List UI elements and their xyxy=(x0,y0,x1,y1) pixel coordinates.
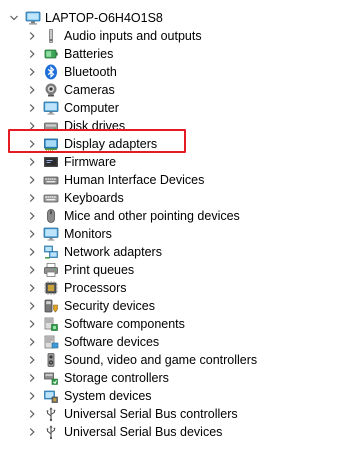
tree-item-label: Cameras xyxy=(64,83,115,97)
tree-item-label: Universal Serial Bus devices xyxy=(64,425,223,439)
device-tree: LAPTOP-O6H4O1S8 Audio inputs and outputs… xyxy=(0,0,338,470)
processor-icon xyxy=(42,279,60,297)
system-device-icon xyxy=(42,387,60,405)
chevron-right-icon[interactable] xyxy=(26,171,38,189)
tree-item-firmware[interactable]: Firmware xyxy=(0,153,338,171)
tree-item-label: Software devices xyxy=(64,335,160,349)
chevron-right-icon[interactable] xyxy=(26,369,38,387)
chevron-right-icon[interactable] xyxy=(26,225,38,243)
tree-item-computer[interactable]: Computer xyxy=(0,99,338,117)
keyboard-icon xyxy=(42,189,60,207)
tree-item-software-components[interactable]: Software components xyxy=(0,315,338,333)
tree-item-bluetooth[interactable]: Bluetooth xyxy=(0,63,338,81)
tree-item-label: Processors xyxy=(64,281,127,295)
tree-item-keyboards[interactable]: Keyboards xyxy=(0,189,338,207)
tree-item-system-devices[interactable]: System devices xyxy=(0,387,338,405)
chevron-right-icon[interactable] xyxy=(26,261,38,279)
tree-item-label: Bluetooth xyxy=(64,65,117,79)
monitor-icon xyxy=(42,225,60,243)
tree-item-universal-serial-bus-controllers[interactable]: Universal Serial Bus controllers xyxy=(0,405,338,423)
chevron-right-icon[interactable] xyxy=(26,405,38,423)
tree-item-human-interface-devices[interactable]: Human Interface Devices xyxy=(0,171,338,189)
chevron-right-icon[interactable] xyxy=(26,315,38,333)
software-device-icon xyxy=(42,333,60,351)
chevron-right-icon[interactable] xyxy=(26,45,38,63)
bluetooth-icon xyxy=(42,63,60,81)
security-device-icon xyxy=(42,297,60,315)
chevron-right-icon[interactable] xyxy=(26,387,38,405)
network-adapter-icon xyxy=(42,243,60,261)
tree-item-software-devices[interactable]: Software devices xyxy=(0,333,338,351)
chevron-right-icon[interactable] xyxy=(26,207,38,225)
tree-item-network-adapters[interactable]: Network adapters xyxy=(0,243,338,261)
chevron-right-icon[interactable] xyxy=(26,99,38,117)
tree-item-label: Audio inputs and outputs xyxy=(64,29,202,43)
sound-controller-icon xyxy=(42,351,60,369)
tree-item-batteries[interactable]: Batteries xyxy=(0,45,338,63)
tree-item-label: Software components xyxy=(64,317,185,331)
chevron-right-icon[interactable] xyxy=(26,333,38,351)
computer-icon xyxy=(24,9,42,27)
battery-icon xyxy=(42,45,60,63)
mouse-icon xyxy=(42,207,60,225)
chevron-right-icon[interactable] xyxy=(26,63,38,81)
chevron-right-icon[interactable] xyxy=(26,423,38,441)
chevron-down-icon[interactable] xyxy=(8,9,20,27)
chevron-right-icon[interactable] xyxy=(26,279,38,297)
chevron-right-icon[interactable] xyxy=(26,81,38,99)
chevron-right-icon[interactable] xyxy=(26,153,38,171)
tree-item-universal-serial-bus-devices[interactable]: Universal Serial Bus devices xyxy=(0,423,338,441)
firmware-icon xyxy=(42,153,60,171)
highlight-rectangle xyxy=(8,129,186,153)
chevron-right-icon[interactable] xyxy=(26,297,38,315)
software-component-icon xyxy=(42,315,60,333)
tree-item-label: Mice and other pointing devices xyxy=(64,209,240,223)
tree-item-label: Keyboards xyxy=(64,191,124,205)
tree-item-label: Universal Serial Bus controllers xyxy=(64,407,238,421)
tree-item-sound-video-and-game-controllers[interactable]: Sound, video and game controllers xyxy=(0,351,338,369)
tree-item-label: Sound, video and game controllers xyxy=(64,353,258,367)
chevron-right-icon[interactable] xyxy=(26,27,38,45)
tree-item-audio-inputs-and-outputs[interactable]: Audio inputs and outputs xyxy=(0,27,338,45)
speaker-icon xyxy=(42,27,60,45)
chevron-right-icon[interactable] xyxy=(26,351,38,369)
tree-item-label: Security devices xyxy=(64,299,156,313)
usb-icon xyxy=(42,423,60,441)
tree-item-label: Network adapters xyxy=(64,245,162,259)
storage-controller-icon xyxy=(42,369,60,387)
monitor-icon xyxy=(42,99,60,117)
printer-icon xyxy=(42,261,60,279)
tree-item-label: Batteries xyxy=(64,47,114,61)
root-label: LAPTOP-O6H4O1S8 xyxy=(45,11,163,25)
tree-item-label: Firmware xyxy=(64,155,117,169)
tree-item-monitors[interactable]: Monitors xyxy=(0,225,338,243)
chevron-right-icon[interactable] xyxy=(26,243,38,261)
tree-item-cameras[interactable]: Cameras xyxy=(0,81,338,99)
tree-item-label: System devices xyxy=(64,389,152,403)
hid-icon xyxy=(42,171,60,189)
tree-root[interactable]: LAPTOP-O6H4O1S8 xyxy=(0,9,338,27)
camera-icon xyxy=(42,81,60,99)
tree-item-label: Monitors xyxy=(64,227,112,241)
tree-item-label: Storage controllers xyxy=(64,371,169,385)
tree-item-print-queues[interactable]: Print queues xyxy=(0,261,338,279)
usb-icon xyxy=(42,405,60,423)
chevron-right-icon[interactable] xyxy=(26,189,38,207)
tree-item-label: Print queues xyxy=(64,263,135,277)
tree-item-storage-controllers[interactable]: Storage controllers xyxy=(0,369,338,387)
tree-item-label: Human Interface Devices xyxy=(64,173,205,187)
tree-item-processors[interactable]: Processors xyxy=(0,279,338,297)
tree-item-label: Computer xyxy=(64,101,119,115)
tree-item-mice-and-other-pointing-devices[interactable]: Mice and other pointing devices xyxy=(0,207,338,225)
tree-item-security-devices[interactable]: Security devices xyxy=(0,297,338,315)
